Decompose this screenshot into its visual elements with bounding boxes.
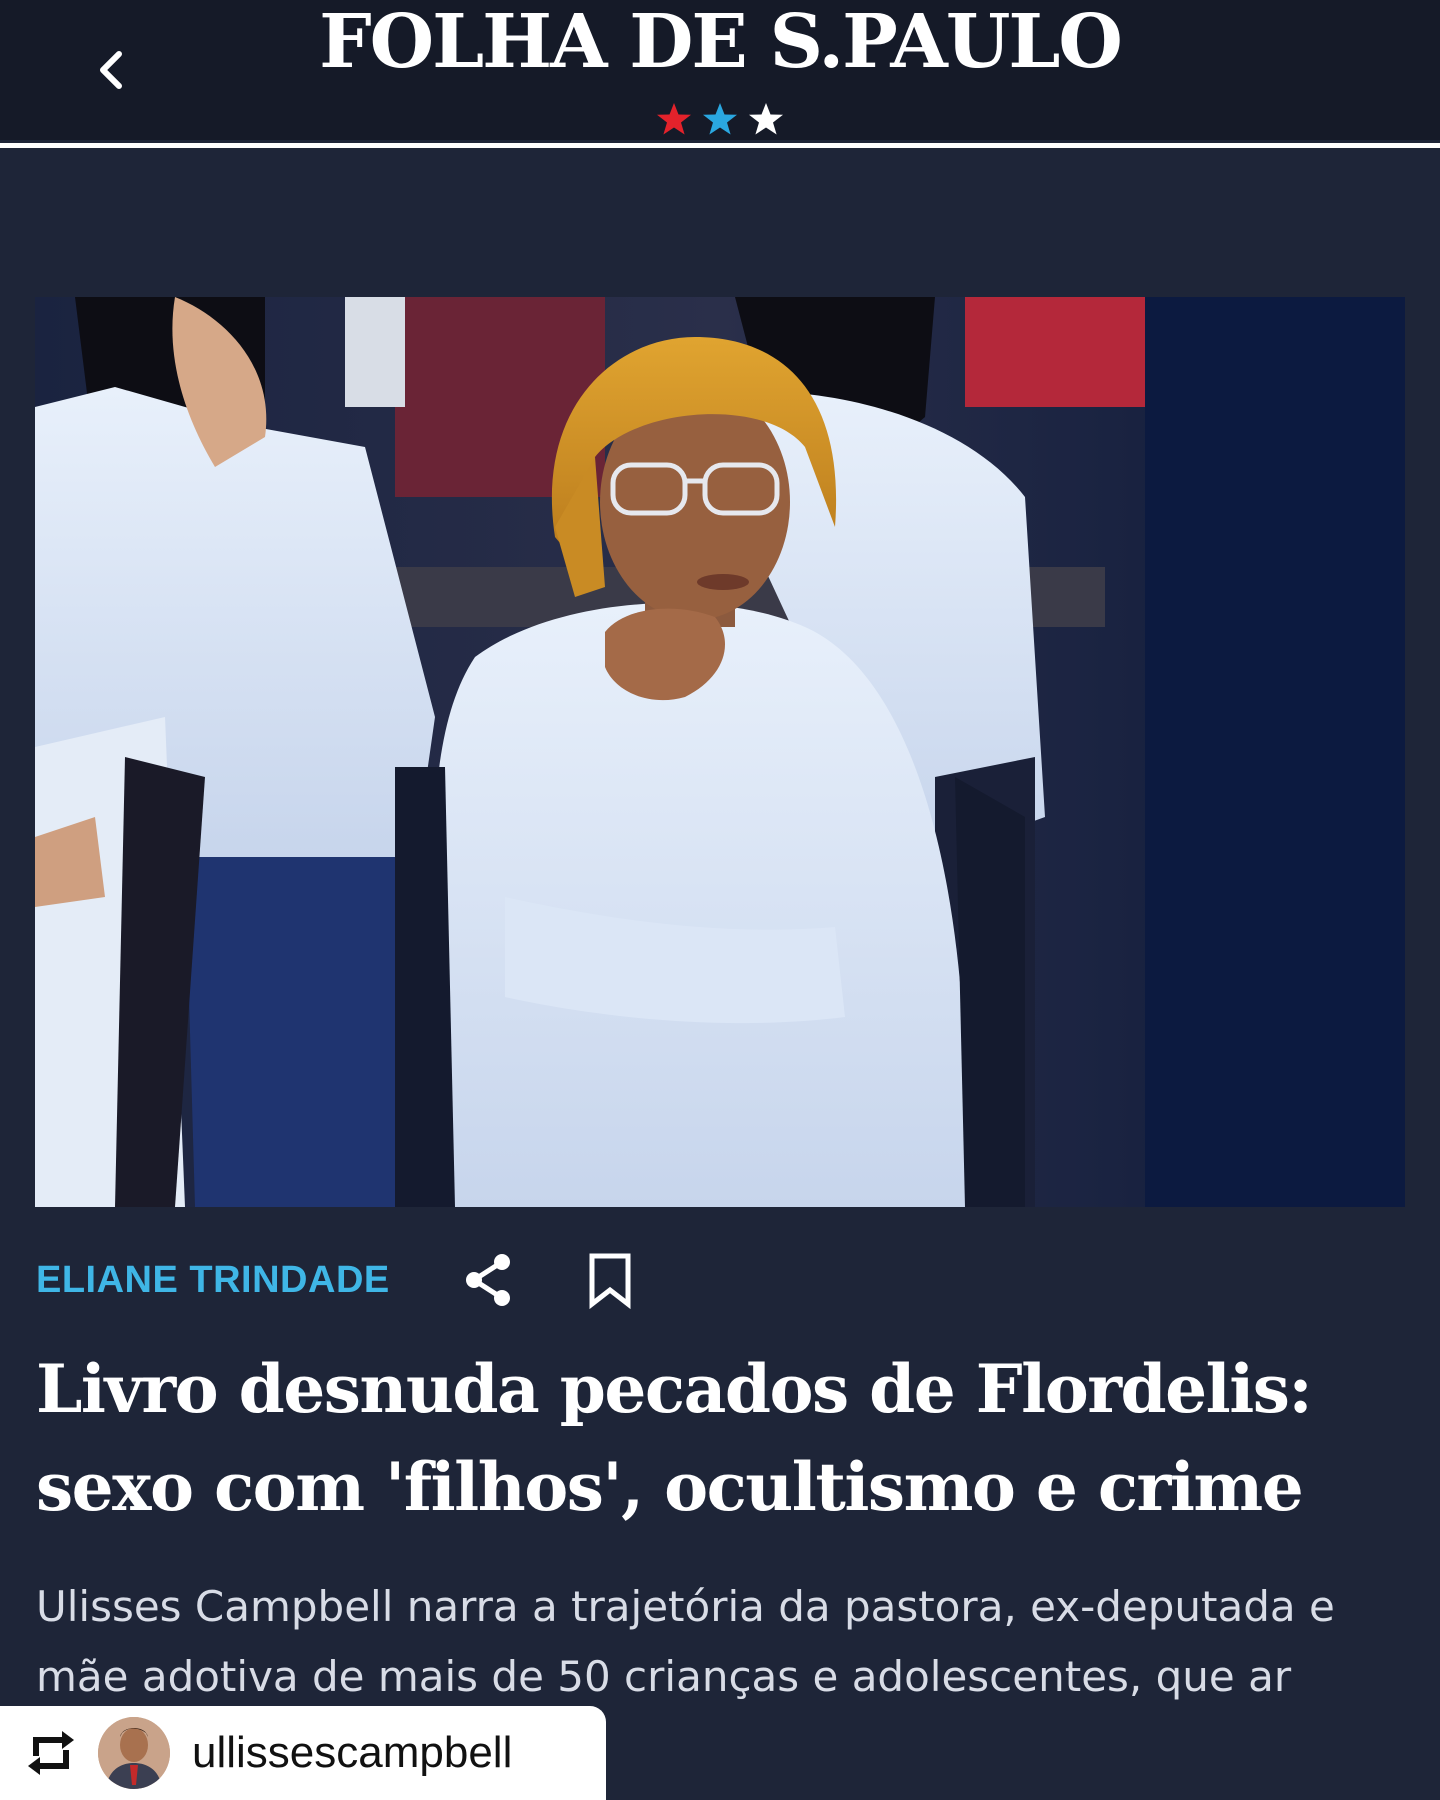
blue-star-icon bbox=[703, 103, 737, 135]
bookmark-button[interactable] bbox=[586, 1250, 634, 1310]
repost-icon bbox=[28, 1731, 74, 1775]
header-divider bbox=[0, 143, 1440, 148]
article-headline[interactable]: Livro desnuda pecados de Flordelis: sexo… bbox=[36, 1340, 1396, 1536]
article-meta-row: ELIANE TRINDADE bbox=[36, 1245, 936, 1315]
avatar-photo bbox=[98, 1717, 170, 1789]
newspaper-logo[interactable]: FOLHA DE S.PAULO bbox=[0, 0, 1440, 84]
author-link[interactable]: ELIANE TRINDADE bbox=[36, 1259, 390, 1302]
share-button[interactable] bbox=[460, 1250, 516, 1310]
hero-photo-illustration bbox=[35, 297, 1405, 1207]
logo-stars bbox=[650, 102, 790, 136]
avatar[interactable] bbox=[98, 1717, 170, 1789]
app-header: FOLHA DE S.PAULO bbox=[0, 0, 1440, 140]
bookmark-icon bbox=[589, 1253, 631, 1310]
repost-badge[interactable]: ullissescampbell bbox=[0, 1706, 606, 1800]
share-icon bbox=[465, 1254, 510, 1306]
article-hero-photo[interactable] bbox=[35, 297, 1405, 1207]
white-star-icon bbox=[749, 103, 783, 135]
red-star-icon bbox=[657, 103, 691, 135]
repost-username[interactable]: ullissescampbell bbox=[192, 1728, 512, 1778]
